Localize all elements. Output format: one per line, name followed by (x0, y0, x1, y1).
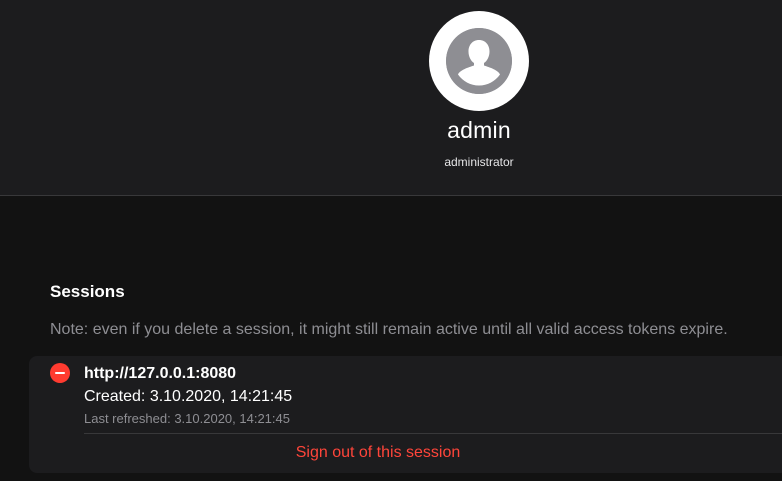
profile-username: admin (447, 117, 511, 143)
sessions-section-title: Sessions (50, 282, 125, 301)
session-last-refreshed: Last refreshed: 3.10.2020, 14:21:45 (84, 411, 290, 426)
sessions-note: Note: even if you delete a session, it m… (50, 321, 728, 338)
user-silhouette-icon (446, 28, 512, 94)
avatar (429, 11, 529, 111)
session-host: http://127.0.0.1:8080 (84, 365, 237, 382)
session-card: http://127.0.0.1:8080 Created: 3.10.2020… (29, 356, 782, 473)
minus-circle-icon[interactable] (50, 363, 70, 383)
sign-out-session-button[interactable]: Sign out of this session (84, 444, 672, 462)
session-created: Created: 3.10.2020, 14:21:45 (84, 388, 293, 405)
account-page: admin administrator Sessions Note: even … (0, 0, 782, 481)
profile-header: admin administrator (0, 0, 782, 196)
profile-role: administrator (444, 155, 514, 169)
divider (84, 433, 782, 434)
